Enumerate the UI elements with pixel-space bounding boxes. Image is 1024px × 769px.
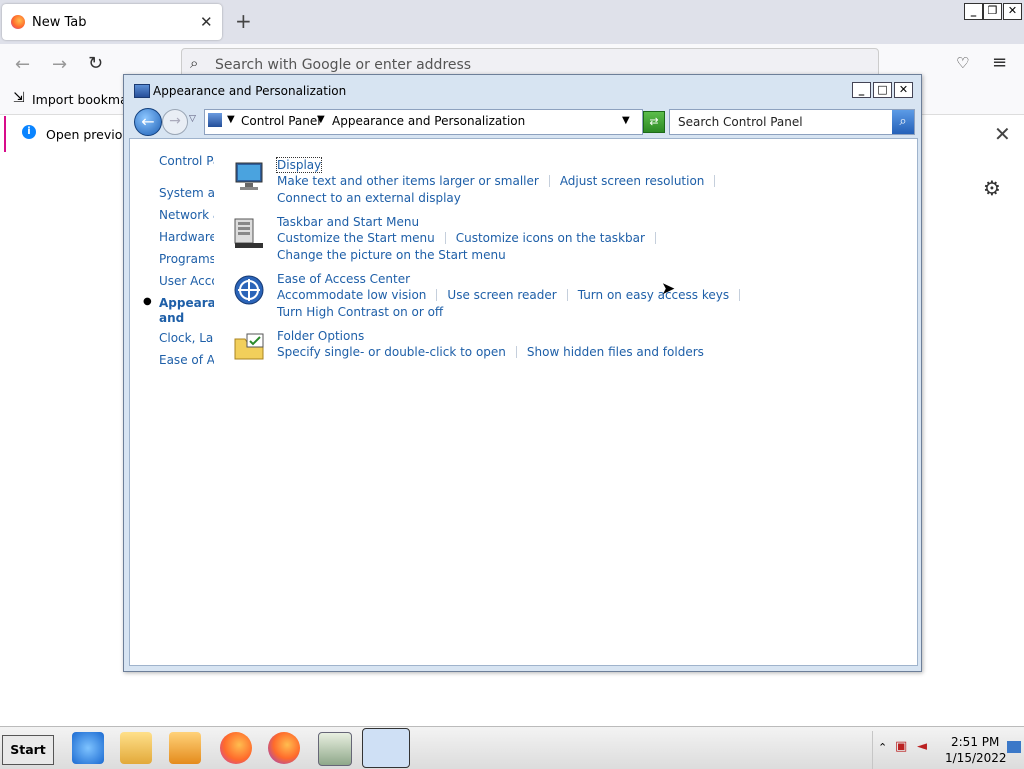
- info-icon: i: [22, 125, 36, 139]
- tab-title: New Tab: [32, 15, 87, 30]
- nav-control-panel-home[interactable]: Control Pa: [159, 154, 214, 168]
- search-control-panel-input[interactable]: Search Control Panel ⌕: [669, 109, 915, 135]
- search-icon: ⌕: [190, 54, 199, 72]
- taskbar-icon: [234, 218, 263, 248]
- close-icon[interactable]: ✕: [894, 82, 913, 98]
- notepad-icon[interactable]: [318, 732, 352, 766]
- back-button[interactable]: ←: [134, 108, 162, 136]
- back-icon[interactable]: ←: [15, 54, 30, 75]
- customize-taskbar-icons-link[interactable]: Customize icons on the taskbar: [456, 231, 645, 245]
- control-panel-icon: [134, 84, 150, 98]
- nav-clock-language[interactable]: Clock, Lan: [159, 331, 214, 345]
- customize-start-menu-link[interactable]: Customize the Start menu: [277, 231, 435, 245]
- restore-icon[interactable]: ❐: [983, 3, 1002, 20]
- control-panel-icon: [208, 113, 222, 127]
- close-window-icon[interactable]: ✕: [1003, 3, 1022, 20]
- new-tab-icon[interactable]: +: [235, 9, 252, 33]
- media-player-icon[interactable]: [169, 732, 201, 764]
- forward-icon[interactable]: →: [52, 54, 67, 75]
- clock-time[interactable]: 2:51 PM: [951, 735, 999, 749]
- clock-date[interactable]: 1/15/2022: [945, 751, 1007, 765]
- firefox-active-icon[interactable]: [268, 732, 300, 764]
- nav-ease-of-access[interactable]: Ease of Ac: [159, 353, 214, 367]
- close-notice-icon[interactable]: ✕: [994, 122, 1011, 146]
- firefox-icon[interactable]: [220, 732, 252, 764]
- taskbar: Start ⌃ ▣ ◄ 2:51 PM 1/15/2022: [0, 726, 1024, 769]
- folder-options-icon: [234, 333, 264, 360]
- firefox-favicon-icon: [11, 15, 25, 29]
- show-desktop-icon[interactable]: [1007, 741, 1021, 753]
- external-display-link[interactable]: Connect to an external display: [277, 191, 461, 205]
- breadcrumb-control-panel[interactable]: Control Panel: [241, 114, 321, 128]
- screen-reader-link[interactable]: Use screen reader: [447, 288, 556, 302]
- single-double-click-link[interactable]: Specify single- or double-click to open: [277, 345, 506, 359]
- start-menu-picture-link[interactable]: Change the picture on the Start menu: [277, 248, 506, 262]
- menu-icon[interactable]: ≡: [992, 52, 1007, 73]
- display-link[interactable]: Display: [275, 157, 323, 173]
- nav-user-accounts[interactable]: User Acco: [159, 274, 214, 288]
- breadcrumb-appearance[interactable]: Appearance and Personalization: [332, 114, 525, 128]
- chevron-down-icon[interactable]: ▼: [317, 114, 325, 125]
- system-tray: ⌃ ▣ ◄ 2:51 PM 1/15/2022: [872, 731, 1024, 769]
- window-title: Appearance and Personalization: [153, 84, 347, 98]
- search-icon[interactable]: ⌕: [892, 110, 914, 134]
- reload-icon[interactable]: ↻: [88, 53, 103, 74]
- maximize-icon[interactable]: □: [873, 82, 892, 98]
- address-dropdown-icon[interactable]: ▼: [622, 115, 630, 126]
- low-vision-link[interactable]: Accommodate low vision: [277, 288, 426, 302]
- minimize-icon[interactable]: _: [964, 3, 983, 20]
- file-explorer-icon[interactable]: [120, 732, 152, 764]
- internet-explorer-icon[interactable]: [72, 732, 104, 764]
- refresh-icon[interactable]: ⇄: [643, 111, 665, 133]
- taskbar-start-menu-link[interactable]: Taskbar and Start Menu: [277, 215, 419, 229]
- network-icon[interactable]: ▣: [895, 739, 907, 754]
- ease-of-access-center-link[interactable]: Ease of Access Center: [277, 272, 410, 286]
- display-icon: [235, 162, 263, 190]
- nav-programs[interactable]: Programs: [159, 252, 214, 266]
- settings-gear-icon[interactable]: ⚙: [983, 176, 1001, 200]
- start-label: Start: [10, 742, 46, 757]
- chevron-down-icon[interactable]: ▼: [227, 114, 235, 125]
- current-bullet-icon: ●: [143, 296, 152, 307]
- text-size-link[interactable]: Make text and other items larger or smal…: [277, 174, 539, 188]
- volume-muted-icon[interactable]: ◄: [917, 739, 927, 754]
- import-icon: ⇲: [13, 90, 25, 106]
- ease-of-access-icon: [234, 275, 264, 305]
- browser-tab-bar: New Tab ✕ + _ ❐ ✕: [0, 0, 1024, 44]
- control-panel-taskbar-icon[interactable]: [362, 728, 410, 768]
- search-placeholder: Search Control Panel: [678, 115, 803, 129]
- url-placeholder: Search with Google or enter address: [215, 57, 472, 73]
- high-contrast-link[interactable]: Turn High Contrast on or off: [277, 305, 443, 319]
- show-hidden-icons[interactable]: ⌃: [878, 741, 887, 754]
- address-box[interactable]: ▼ Control Panel ▼ Appearance and Persona…: [204, 109, 643, 135]
- forward-button[interactable]: →: [162, 109, 188, 135]
- nav-system-security[interactable]: System an: [159, 186, 214, 200]
- screen-resolution-link[interactable]: Adjust screen resolution: [560, 174, 705, 188]
- nav-hardware-sound[interactable]: Hardware: [159, 230, 214, 244]
- nav-appearance-current: Appearance and Personalization: [159, 296, 214, 328]
- pocket-icon[interactable]: ♡: [956, 54, 969, 72]
- mouse-pointer-icon: ➤: [661, 279, 676, 299]
- address-bar-row: ← → ▽ ▼ Control Panel ▼ Appearance and P…: [132, 106, 915, 138]
- control-panel-window: Appearance and Personalization _ □ ✕ ← →…: [123, 74, 922, 672]
- hidden-files-link[interactable]: Show hidden files and folders: [527, 345, 704, 359]
- folder-options-link[interactable]: Folder Options: [277, 329, 364, 343]
- control-panel-content: Control Pa System an Network a Hardware …: [129, 138, 918, 666]
- tab-new-tab[interactable]: New Tab ✕: [2, 4, 222, 40]
- easy-access-keys-link[interactable]: Turn on easy access keys: [578, 288, 729, 302]
- start-button[interactable]: Start: [2, 735, 54, 765]
- minimize-icon[interactable]: _: [852, 82, 871, 98]
- nav-network-internet[interactable]: Network a: [159, 208, 214, 222]
- close-tab-icon[interactable]: ✕: [200, 13, 213, 31]
- recent-pages-icon[interactable]: ▽: [189, 114, 196, 124]
